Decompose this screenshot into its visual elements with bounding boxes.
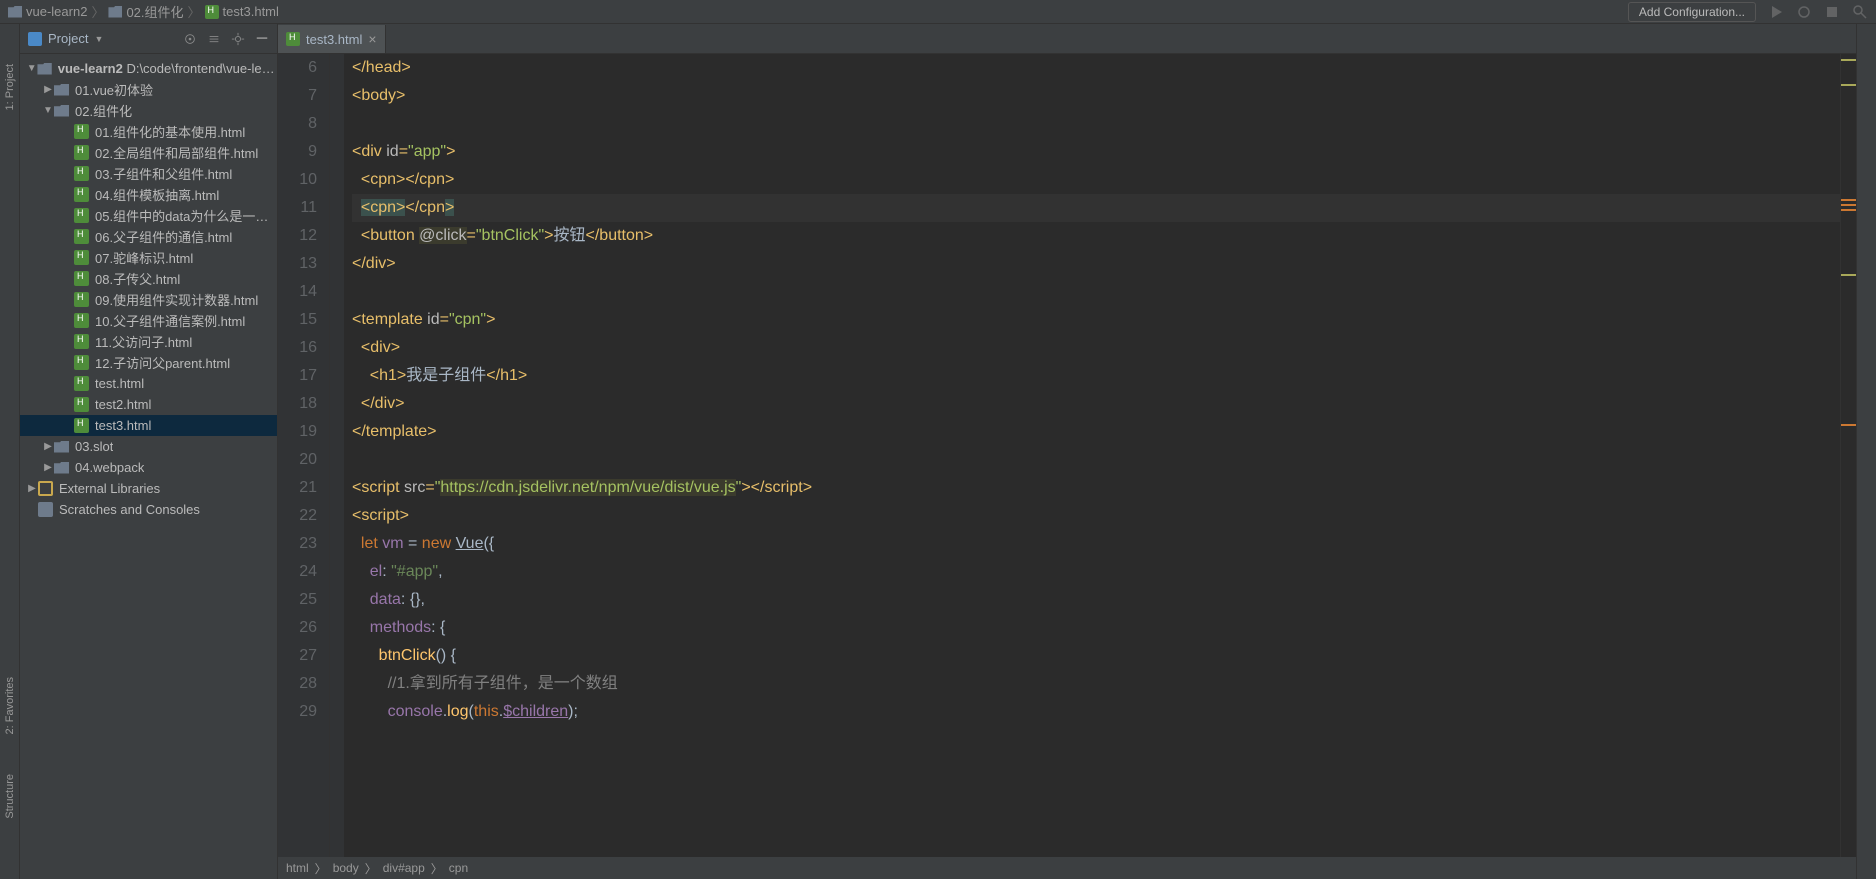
code-content[interactable]: </head><body> <div id="app"> <cpn></cpn>…	[344, 54, 1840, 857]
html-file-icon	[74, 145, 89, 160]
tree-file[interactable]: 01.组件化的基本使用.html	[20, 121, 277, 142]
tree-file[interactable]: test.html	[20, 373, 277, 394]
code-editor[interactable]: 6789101112131415161718192021222324252627…	[278, 54, 1856, 857]
breadcrumb-item[interactable]: 02.组件化	[108, 2, 183, 21]
breadcrumb-item[interactable]: vue-learn2	[8, 4, 87, 19]
tree-file[interactable]: test2.html	[20, 394, 277, 415]
close-icon[interactable]: ×	[368, 31, 376, 47]
error-stripe[interactable]	[1840, 54, 1856, 857]
top-breadcrumb-bar: vue-learn2 〉 02.组件化 〉 test3.html Add Con…	[0, 0, 1876, 24]
folder-icon	[37, 63, 51, 75]
favorites-tool-button[interactable]: 2: Favorites	[4, 677, 16, 734]
tree-file[interactable]: 08.子传父.html	[20, 268, 277, 289]
chevron-down-icon: ▼	[94, 34, 103, 44]
tree-file[interactable]: 07.驼峰标识.html	[20, 247, 277, 268]
tree-folder[interactable]: ▶04.webpack	[20, 457, 277, 478]
project-view-icon	[28, 32, 42, 46]
folder-icon	[54, 105, 69, 117]
scratches-consoles[interactable]: Scratches and Consoles	[20, 499, 277, 520]
collapse-icon[interactable]	[207, 32, 221, 46]
tree-file[interactable]: 03.子组件和父组件.html	[20, 163, 277, 184]
crumb[interactable]: cpn	[449, 861, 468, 875]
add-configuration-button[interactable]: Add Configuration...	[1628, 2, 1756, 22]
line-gutter: 6789101112131415161718192021222324252627…	[278, 54, 330, 857]
locate-icon[interactable]	[183, 32, 197, 46]
run-icon[interactable]	[1768, 4, 1784, 20]
tree-file[interactable]: 02.全局组件和局部组件.html	[20, 142, 277, 163]
html-file-icon	[74, 355, 89, 370]
tree-file[interactable]: 12.子访问父parent.html	[20, 352, 277, 373]
html-file-icon	[74, 187, 89, 202]
html-file-icon	[74, 229, 89, 244]
tree-root[interactable]: ▼vue-learn2 D:\code\frontend\vue-learn2	[20, 58, 277, 79]
search-icon[interactable]	[1852, 4, 1868, 20]
html-file-icon	[205, 5, 219, 19]
project-sidebar: Project ▼ ▼vue-learn2 D:\code\frontend\v…	[20, 24, 278, 879]
file-tree: ▼vue-learn2 D:\code\frontend\vue-learn2 …	[20, 54, 277, 879]
project-tool-button[interactable]: 1: Project	[4, 64, 16, 110]
editor-tab[interactable]: test3.html ×	[278, 25, 386, 53]
breadcrumb: vue-learn2 〉 02.组件化 〉 test3.html	[8, 2, 1628, 21]
tree-file[interactable]: 06.父子组件的通信.html	[20, 226, 277, 247]
html-file-icon	[74, 250, 89, 265]
tree-file[interactable]: 05.组件中的data为什么是一个函数.html	[20, 205, 277, 226]
sidebar-title[interactable]: Project ▼	[28, 31, 183, 46]
stop-icon[interactable]	[1824, 4, 1840, 20]
scratch-icon	[38, 502, 53, 517]
tree-folder[interactable]: ▶01.vue初体验	[20, 79, 277, 100]
html-file-icon	[74, 166, 89, 181]
html-file-icon	[74, 208, 89, 223]
folder-icon	[54, 84, 69, 96]
tree-file[interactable]: 09.使用组件实现计数器.html	[20, 289, 277, 310]
folder-icon	[54, 441, 69, 453]
folder-icon	[8, 6, 22, 18]
external-libraries[interactable]: ▶External Libraries	[20, 478, 277, 499]
crumb[interactable]: body	[333, 861, 359, 875]
editor-tabs: test3.html ×	[278, 24, 1856, 54]
tree-file[interactable]: 04.组件模板抽离.html	[20, 184, 277, 205]
editor-area: test3.html × 678910111213141516171819202…	[278, 24, 1856, 879]
right-tool-window-bar	[1856, 24, 1876, 879]
html-file-icon	[74, 292, 89, 307]
tree-folder[interactable]: ▶03.slot	[20, 436, 277, 457]
debug-icon[interactable]	[1796, 4, 1812, 20]
html-file-icon	[74, 397, 89, 412]
tree-file[interactable]: 10.父子组件通信案例.html	[20, 310, 277, 331]
html-file-icon	[74, 271, 89, 286]
toolbar-right: Add Configuration...	[1628, 2, 1868, 22]
folder-icon	[108, 6, 122, 18]
html-file-icon	[74, 334, 89, 349]
structure-breadcrumb: html〉 body〉 div#app〉 cpn	[278, 857, 1856, 879]
fold-column	[330, 54, 344, 857]
html-file-icon	[286, 32, 300, 46]
html-file-icon	[74, 124, 89, 139]
left-tool-window-bar: 1: Project 2: Favorites Structure	[0, 24, 20, 879]
folder-icon	[54, 462, 69, 474]
html-file-icon	[74, 418, 89, 433]
crumb[interactable]: div#app	[383, 861, 425, 875]
library-icon	[38, 481, 53, 496]
crumb[interactable]: html	[286, 861, 309, 875]
chevron-right-icon: 〉	[188, 2, 201, 21]
html-file-icon	[74, 376, 89, 391]
chevron-right-icon: 〉	[91, 2, 104, 21]
tree-file[interactable]: 11.父访问子.html	[20, 331, 277, 352]
breadcrumb-item[interactable]: test3.html	[205, 4, 279, 19]
tree-folder[interactable]: ▼02.组件化	[20, 100, 277, 121]
structure-tool-button[interactable]: Structure	[4, 774, 16, 819]
html-file-icon	[74, 313, 89, 328]
hide-icon[interactable]	[255, 32, 269, 46]
gear-icon[interactable]	[231, 32, 245, 46]
tree-file-selected[interactable]: test3.html	[20, 415, 277, 436]
sidebar-header: Project ▼	[20, 24, 277, 54]
